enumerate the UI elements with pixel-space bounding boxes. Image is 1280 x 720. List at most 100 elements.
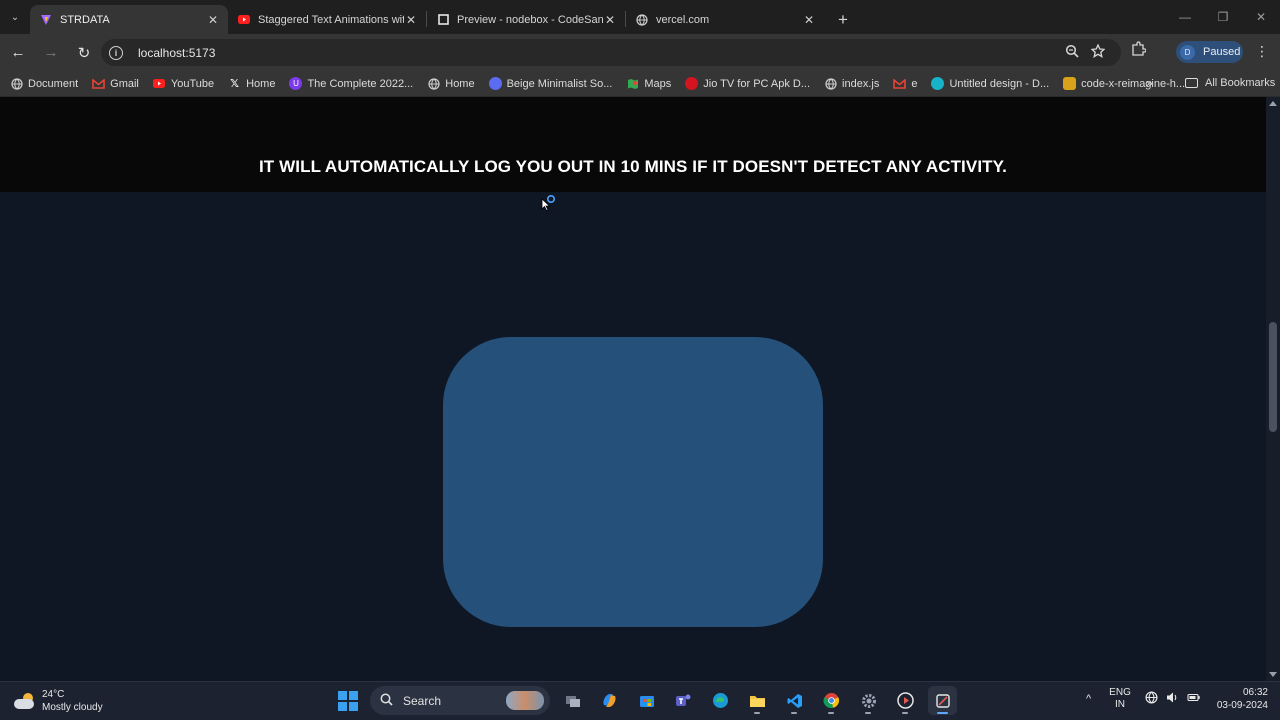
bookmark-item[interactable]: e <box>893 77 917 90</box>
weather-widget[interactable]: 24°C Mostly cloudy <box>14 688 103 714</box>
vite-icon <box>40 14 52 26</box>
task-view-icon[interactable] <box>558 686 587 715</box>
all-bookmarks-label: All Bookmarks <box>1205 77 1276 89</box>
tab-title: Staggered Text Animations with <box>258 13 404 26</box>
teams-icon[interactable] <box>669 686 698 715</box>
search-highlight-image <box>506 691 544 710</box>
tab-close-icon[interactable]: ✕ <box>603 13 617 27</box>
tab-title: Preview - nodebox - CodeSand <box>457 13 603 26</box>
page-viewport: IT WILL AUTOMATICALLY LOG YOU OUT IN 10 … <box>0 97 1266 681</box>
gmail-icon <box>893 77 907 90</box>
minimize-icon[interactable]: — <box>1166 0 1204 34</box>
weather-temp: 24°C <box>42 689 65 700</box>
bookmark-item[interactable]: Gmail <box>92 77 139 90</box>
media-player-icon[interactable] <box>891 686 920 715</box>
forward-arrow-icon[interactable]: → <box>36 38 66 68</box>
reload-icon[interactable]: ↻ <box>69 38 99 68</box>
tab-strdata[interactable]: STRDATA ✕ <box>30 5 228 34</box>
scroll-up-arrow-icon[interactable] <box>1269 101 1277 106</box>
tab-vercel[interactable]: vercel.com ✕ <box>626 5 824 34</box>
language-indicator[interactable]: ENG IN <box>1109 687 1131 711</box>
profile-chip[interactable]: D Paused <box>1176 41 1243 63</box>
vscode-icon[interactable] <box>780 686 809 715</box>
bookmark-item[interactable]: Untitled design - D... <box>931 77 1049 90</box>
globe-icon <box>636 13 648 26</box>
settings-gear-icon[interactable] <box>854 686 883 715</box>
quick-settings[interactable] <box>1145 691 1201 707</box>
weather-desc: Mostly cloudy <box>42 702 103 713</box>
microsoft-store-icon[interactable] <box>632 686 661 715</box>
volume-icon <box>1166 691 1179 707</box>
bookmark-label: Beige Minimalist So... <box>506 77 613 90</box>
tab-strip: ⌄ STRDATA ✕ Staggered Text Animations wi… <box>0 0 1280 34</box>
bookmarks-bar: Document Gmail YouTube 𝕏 Home U The Comp… <box>0 71 1280 97</box>
taskbar-search-box[interactable]: Search <box>370 686 550 715</box>
battery-icon <box>1187 691 1201 707</box>
logout-warning-banner: IT WILL AUTOMATICALLY LOG YOU OUT IN 10 … <box>0 97 1266 192</box>
x-icon: 𝕏 <box>230 78 240 90</box>
scroll-down-arrow-icon[interactable] <box>1269 672 1277 677</box>
search-label: Search <box>403 693 442 708</box>
bookmark-item[interactable]: Jio TV for PC Apk D... <box>685 77 810 90</box>
tab-close-icon[interactable]: ✕ <box>404 13 418 27</box>
youtube-icon <box>153 77 166 90</box>
new-tab-plus-icon[interactable]: + <box>830 5 856 34</box>
content-card <box>443 337 823 627</box>
chrome-icon[interactable] <box>817 686 846 715</box>
bookmark-label: Untitled design - D... <box>949 77 1050 90</box>
page-scrollbar[interactable] <box>1266 97 1280 681</box>
clock-date: 03-09-2024 <box>1216 700 1268 711</box>
network-globe-icon <box>1145 691 1158 707</box>
system-clock[interactable]: 06:32 03-09-2024 <box>1217 686 1268 712</box>
tab-codesandbox-preview[interactable]: Preview - nodebox - CodeSand ✕ <box>427 5 625 34</box>
bookmark-item[interactable]: Document <box>10 77 78 90</box>
system-tray: ^ ENG IN 06:32 03-09-2024 <box>1086 686 1268 712</box>
maximize-icon[interactable]: ❐ <box>1204 0 1242 34</box>
avatar: D <box>1180 44 1195 60</box>
bookmark-item[interactable]: U The Complete 2022... <box>289 77 413 90</box>
back-arrow-icon[interactable]: ← <box>3 38 33 68</box>
bookmark-item[interactable]: Maps <box>626 77 671 90</box>
bookmark-label: e <box>911 77 918 90</box>
browser-menu-kebab-icon[interactable]: ⋮ <box>1255 43 1269 60</box>
bookmark-item[interactable]: YouTube <box>153 77 214 90</box>
tab-close-icon[interactable]: ✕ <box>802 13 816 27</box>
window-controls: — ❐ ✕ <box>1166 0 1280 34</box>
youtube-icon <box>238 14 250 26</box>
codesandbox-icon <box>437 14 449 26</box>
canva-icon <box>931 77 945 90</box>
tab-title: STRDATA <box>60 13 110 26</box>
canva-icon <box>488 77 502 90</box>
bookmark-label: Maps <box>644 77 672 90</box>
bookmark-label: The Complete 2022... <box>307 77 414 90</box>
more-bookmarks-chevron-icon[interactable]: » <box>1146 76 1153 90</box>
scroll-thumb[interactable] <box>1269 322 1277 432</box>
bookmark-item[interactable]: Home <box>427 77 475 90</box>
tab-close-icon[interactable]: ✕ <box>206 13 220 27</box>
language-code: ENG <box>1109 687 1131 698</box>
tab-staggered-text[interactable]: Staggered Text Animations with ✕ <box>228 5 426 34</box>
region-code: IN <box>1115 699 1125 710</box>
snipping-tool-icon[interactable] <box>928 686 957 715</box>
jio-icon <box>685 77 699 90</box>
tray-overflow-chevron-icon[interactable]: ^ <box>1086 693 1091 705</box>
bookmark-label: Home <box>445 77 475 90</box>
bookmark-item[interactable]: index.js <box>824 77 879 90</box>
windows-taskbar: 24°C Mostly cloudy Search ^ ENG IN 06:32… <box>0 681 1280 720</box>
address-bar[interactable]: i localhost:5173 <box>101 39 1121 66</box>
close-window-icon[interactable]: ✕ <box>1242 0 1280 34</box>
windows-start-icon[interactable] <box>333 686 362 715</box>
edge-icon[interactable] <box>706 686 735 715</box>
bookmark-item[interactable]: Beige Minimalist So... <box>488 77 613 90</box>
bookmark-star-icon[interactable] <box>1090 43 1106 61</box>
all-bookmarks-button[interactable]: All Bookmarks <box>1185 77 1275 89</box>
bookmark-item[interactable]: 𝕏 Home <box>228 77 275 91</box>
copilot-icon[interactable] <box>595 686 624 715</box>
bookmark-label: Jio TV for PC Apk D... <box>703 77 811 90</box>
file-explorer-icon[interactable] <box>743 686 772 715</box>
extensions-puzzle-icon[interactable] <box>1131 41 1147 59</box>
zoom-magnifier-icon[interactable] <box>1065 44 1079 61</box>
tab-search-chevron-icon[interactable]: ⌄ <box>0 0 30 34</box>
site-info-icon[interactable]: i <box>109 45 123 60</box>
bookmark-item[interactable]: code-x-reimagine-h... <box>1063 77 1185 90</box>
